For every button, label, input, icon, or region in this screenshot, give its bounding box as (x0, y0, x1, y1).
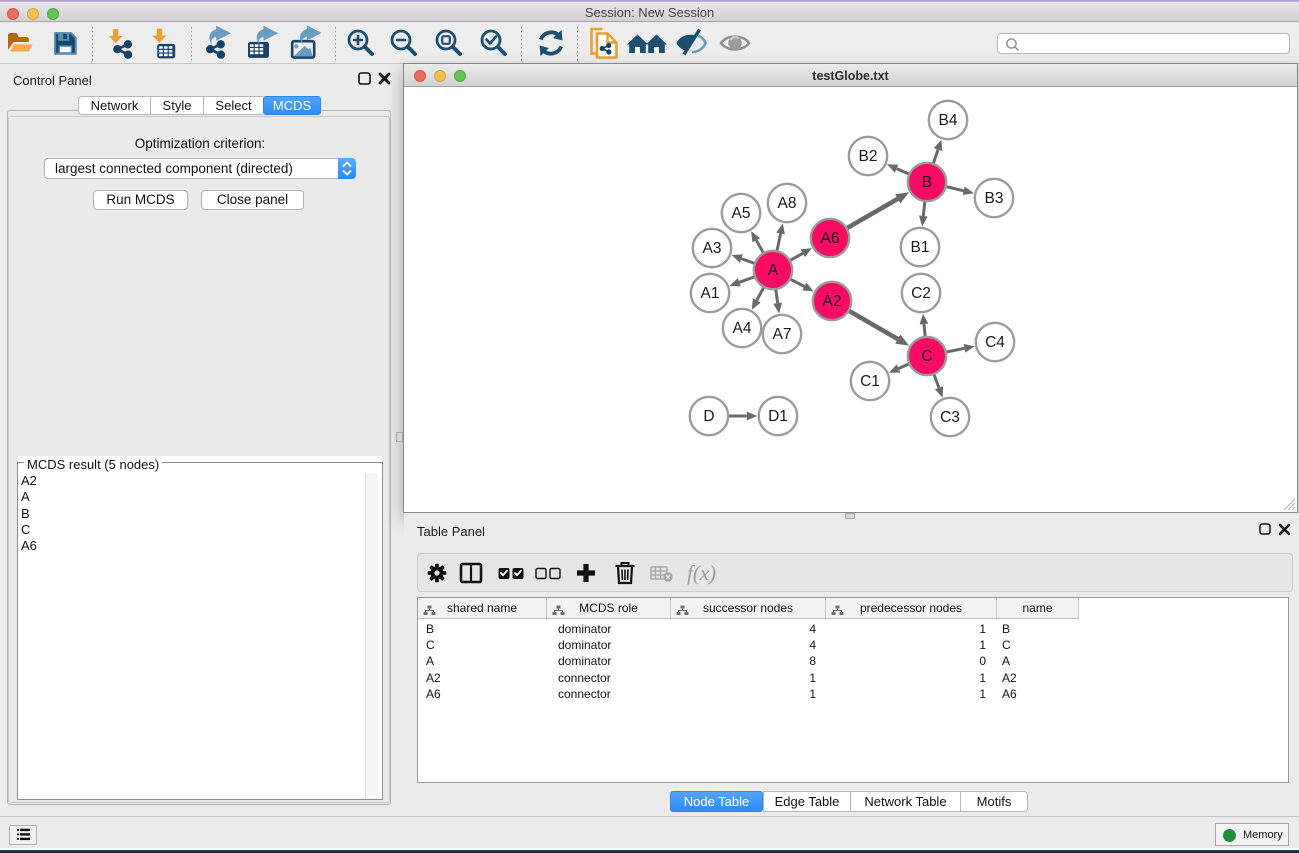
svg-text:A: A (768, 262, 779, 279)
svg-text:C3: C3 (940, 409, 960, 426)
svg-text:A3: A3 (703, 240, 722, 257)
svg-text:C2: C2 (911, 285, 931, 302)
svg-text:B2: B2 (859, 148, 878, 165)
svg-text:C: C (921, 348, 932, 365)
svg-text:D1: D1 (768, 408, 788, 425)
svg-text:B1: B1 (911, 239, 930, 256)
svg-text:A5: A5 (732, 205, 751, 222)
svg-text:A2: A2 (823, 293, 842, 310)
svg-text:A6: A6 (821, 230, 840, 247)
svg-text:A4: A4 (733, 320, 752, 337)
svg-text:A1: A1 (701, 285, 720, 302)
svg-text:C4: C4 (985, 334, 1005, 351)
svg-text:D: D (703, 408, 714, 425)
svg-text:f(x): f(x) (687, 561, 716, 585)
svg-text:B3: B3 (985, 190, 1004, 207)
svg-text:A8: A8 (778, 195, 797, 212)
svg-text:A7: A7 (773, 326, 792, 343)
svg-text:B: B (922, 174, 932, 191)
svg-text:B4: B4 (939, 112, 958, 129)
svg-text:C1: C1 (860, 373, 880, 390)
